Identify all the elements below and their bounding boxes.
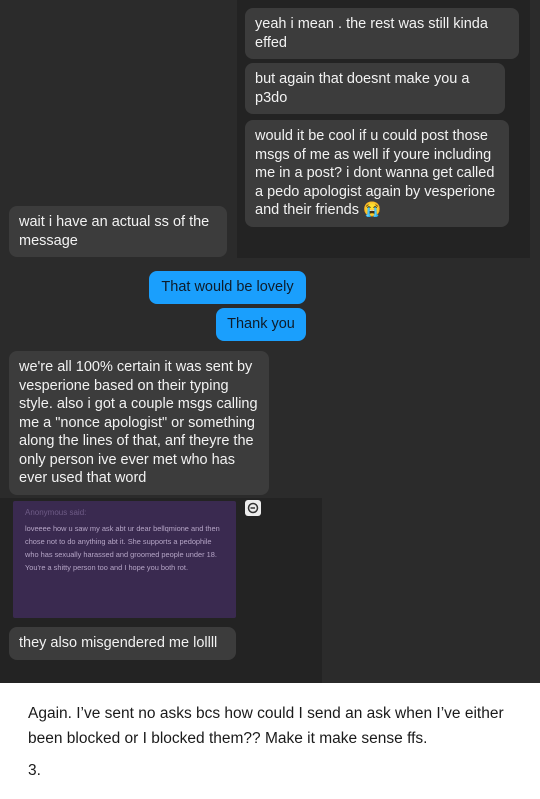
ask-sender: Anonymous said: (25, 508, 87, 517)
message-bubble: yeah i mean . the rest was still kinda e… (245, 8, 519, 59)
caption-text: Again. I’ve sent no asks bcs how could I… (28, 705, 504, 747)
reply-icon (245, 500, 261, 516)
sent-message-bubble: That would be lovely (149, 271, 306, 304)
message-bubble: we're all 100% certain it was sent by ve… (9, 351, 269, 495)
post-caption: Again. I’ve sent no asks bcs how could I… (0, 683, 540, 799)
sent-message-bubble: Thank you (216, 308, 306, 341)
message-bubble: they also misgendered me lollll (9, 627, 236, 660)
ask-text: loveeee how u saw my ask abt ur dear bel… (25, 524, 220, 572)
message-bubble: wait i have an actual ss of the message (9, 206, 227, 257)
ask-screenshot: Anonymous said: loveeee how u saw my ask… (13, 501, 236, 618)
message-bubble: but again that doesnt make you a p3do (245, 63, 505, 114)
chat-screenshot: yeah i mean . the rest was still kinda e… (0, 0, 540, 683)
message-bubble: would it be cool if u could post those m… (245, 120, 509, 227)
caption-number: 3. (28, 762, 41, 779)
